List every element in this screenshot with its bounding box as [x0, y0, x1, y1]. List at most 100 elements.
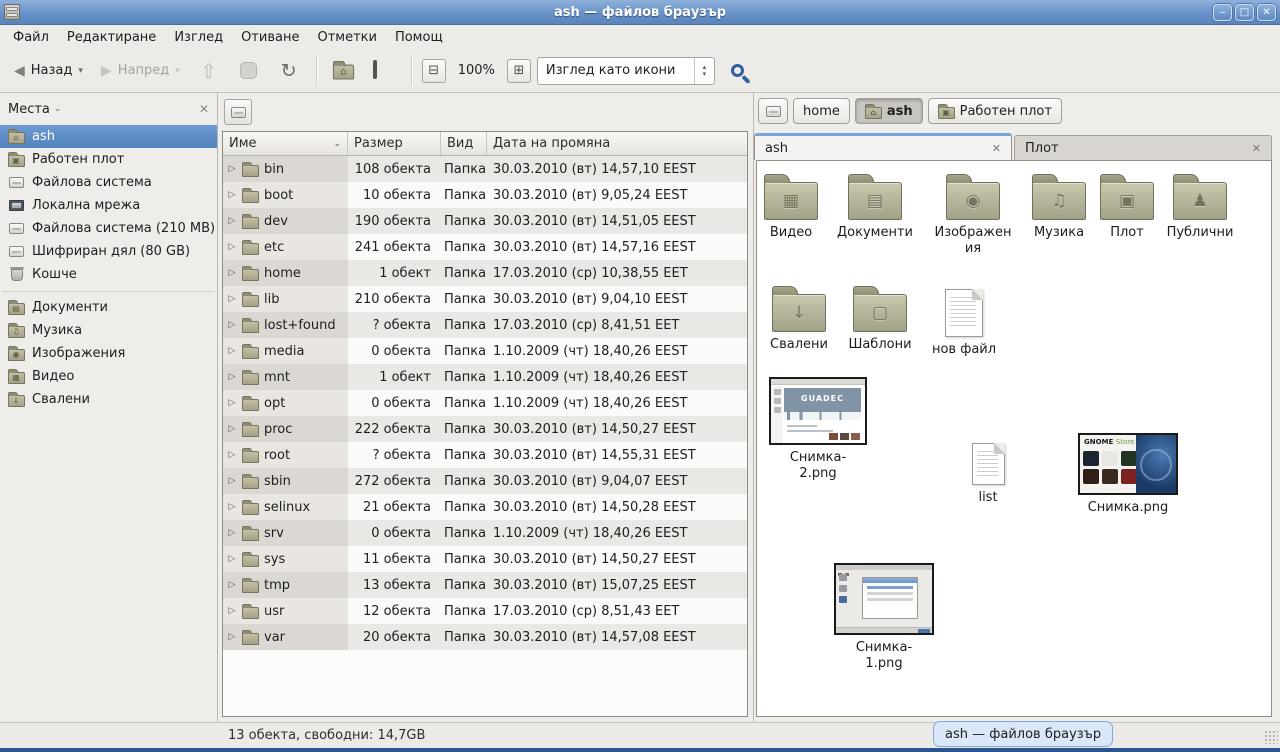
title-bar[interactable]: ash — файлов браузър ‒ □ ✕	[0, 0, 1280, 25]
tab[interactable]: ash✕	[754, 133, 1012, 160]
menu-item[interactable]: Редактиране	[58, 27, 165, 48]
tree-row[interactable]: ▷selinux21 обектаПапка30.03.2010 (вт) 14…	[223, 494, 747, 520]
icon-view[interactable]: ▦Видео▤Документи◉Изображения♫Музика▣Плот…	[756, 160, 1272, 717]
close-button[interactable]: ✕	[1257, 4, 1276, 21]
column-header[interactable]: Вид	[441, 132, 487, 155]
computer-button[interactable]	[367, 55, 401, 87]
window-list-button[interactable]: ash — файлов браузър	[933, 721, 1113, 747]
tree-row[interactable]: ▷lib210 обектаПапка30.03.2010 (вт) 9,04,…	[223, 286, 747, 312]
tree-row[interactable]: ▷sbin272 обектаПапка30.03.2010 (вт) 9,04…	[223, 468, 747, 494]
expander-icon[interactable]: ▷	[227, 216, 237, 226]
menu-item[interactable]: Изглед	[165, 27, 232, 48]
sidebar-item[interactable]: ◉Изображения	[0, 342, 217, 365]
expander-icon[interactable]: ▷	[227, 606, 237, 616]
tree-row[interactable]: ▷srv0 обектаПапка1.10.2009 (чт) 18,40,26…	[223, 520, 747, 546]
expander-icon[interactable]: ▷	[227, 476, 237, 486]
zoom-out-button[interactable]: ⊟	[422, 59, 446, 83]
expander-icon[interactable]: ▷	[227, 372, 237, 382]
sidebar-item[interactable]: Локална мрежа	[0, 194, 217, 217]
expander-icon[interactable]: ▷	[227, 190, 237, 200]
menu-item[interactable]: Помощ	[386, 27, 452, 48]
expander-icon[interactable]: ▷	[227, 632, 237, 642]
reload-button[interactable]: ↻	[272, 55, 306, 87]
sidebar-item[interactable]: Файлова система	[0, 171, 217, 194]
resize-grip[interactable]	[1264, 730, 1278, 744]
sidebar-item[interactable]: ♫Музика	[0, 319, 217, 342]
view-selector[interactable]: Изглед като икони ▴▾	[537, 57, 715, 85]
menu-item[interactable]: Файл	[4, 27, 58, 48]
tree-row[interactable]: ▷bin108 обектаПапка30.03.2010 (вт) 14,57…	[223, 156, 747, 182]
tree-row[interactable]: ▷home1 обектПапка17.03.2010 (ср) 10,38,5…	[223, 260, 747, 286]
expander-icon[interactable]: ▷	[227, 580, 237, 590]
menu-item[interactable]: Отметки	[308, 27, 385, 48]
chevron-down-icon[interactable]: ▾	[175, 66, 180, 76]
column-header[interactable]: Дата на промяна	[487, 132, 747, 155]
sidebar-item[interactable]: Файлова система (210 MB)	[0, 217, 217, 240]
tree-row[interactable]: ▷etc241 обектаПапка30.03.2010 (вт) 14,57…	[223, 234, 747, 260]
forward-button[interactable]: ▶ Напред ▾	[95, 59, 186, 83]
tree-row[interactable]: ▷root? обектаПапка30.03.2010 (вт) 14,55,…	[223, 442, 747, 468]
tree-row[interactable]: ▷sys11 обектаПапка30.03.2010 (вт) 14,50,…	[223, 546, 747, 572]
expander-icon[interactable]: ▷	[227, 502, 237, 512]
icon-view-item[interactable]: ♟Публични	[1140, 173, 1260, 241]
path-button[interactable]	[758, 98, 788, 124]
sidebar-close-button[interactable]: ✕	[199, 102, 209, 116]
icon-view-item[interactable]: Снимка-1.png	[824, 563, 944, 673]
menu-item[interactable]: Отиване	[232, 27, 308, 48]
expander-icon[interactable]: ▷	[227, 554, 237, 564]
tab-close-icon[interactable]: ✕	[1252, 142, 1261, 155]
icon-view-item[interactable]: GUADECСнимка-2.png	[758, 377, 878, 483]
chevron-down-icon[interactable]: ▾	[78, 66, 83, 76]
tree-row[interactable]: ▷dev190 обектаПапка30.03.2010 (вт) 14,51…	[223, 208, 747, 234]
tree-row[interactable]: ▷usr12 обектаПапка17.03.2010 (ср) 8,51,4…	[223, 598, 747, 624]
icon-view-item[interactable]: нов файл	[904, 285, 1024, 358]
sidebar-item[interactable]: ▣Работен плот	[0, 148, 217, 171]
expander-icon[interactable]: ▷	[227, 346, 237, 356]
expander-icon[interactable]: ▷	[227, 450, 237, 460]
home-button[interactable]: ⌂	[327, 55, 361, 87]
expander-icon[interactable]: ▷	[227, 398, 237, 408]
places-header[interactable]: Места ⌄ ✕	[0, 93, 217, 125]
tree-root-button[interactable]	[224, 99, 252, 125]
up-button[interactable]: ⇧	[192, 55, 226, 87]
expander-icon[interactable]: ▷	[227, 320, 237, 330]
expander-icon[interactable]: ▷	[227, 424, 237, 434]
sidebar-item[interactable]: ▦Видео	[0, 365, 217, 388]
search-button[interactable]	[721, 55, 755, 87]
tree-row[interactable]: ▷lost+found? обектаПапка17.03.2010 (ср) …	[223, 312, 747, 338]
tree-row[interactable]: ▷boot10 обектаПапка30.03.2010 (вт) 9,05,…	[223, 182, 747, 208]
tree-row[interactable]: ▷media0 обектаПапка1.10.2009 (чт) 18,40,…	[223, 338, 747, 364]
expander-icon[interactable]: ▷	[227, 528, 237, 538]
tree-row[interactable]: ▷mnt1 обектПапка1.10.2009 (чт) 18,40,26 …	[223, 364, 747, 390]
expander-icon[interactable]: ▷	[227, 164, 237, 174]
sidebar-item[interactable]: Шифриран дял (80 GB)	[0, 240, 217, 263]
stop-button[interactable]	[232, 55, 266, 87]
file-modified: 30.03.2010 (вт) 14,50,27 EEST	[487, 546, 747, 572]
sidebar-item[interactable]: ▤Документи	[0, 296, 217, 319]
folder-icon	[242, 477, 259, 489]
tab-close-icon[interactable]: ✕	[992, 142, 1001, 155]
path-button[interactable]: ⌂ash	[855, 98, 923, 124]
column-header[interactable]: Име⌄	[223, 132, 348, 155]
sidebar-item[interactable]: ⌂ash	[0, 125, 217, 148]
path-button[interactable]: home	[793, 98, 850, 124]
tree-row[interactable]: ▷var20 обектаПапка30.03.2010 (вт) 14,57,…	[223, 624, 747, 650]
sidebar-item[interactable]: Кошче	[0, 263, 217, 286]
tree-row[interactable]: ▷tmp13 обектаПапка30.03.2010 (вт) 15,07,…	[223, 572, 747, 598]
column-header[interactable]: Размер	[348, 132, 441, 155]
minimize-button[interactable]: ‒	[1213, 4, 1232, 21]
maximize-button[interactable]: □	[1235, 4, 1254, 21]
zoom-in-button[interactable]: ⊞	[507, 59, 531, 83]
back-button[interactable]: ◀ Назад ▾	[8, 59, 89, 83]
expander-icon[interactable]: ▷	[227, 242, 237, 252]
tree-row[interactable]: ▷opt0 обектаПапка1.10.2009 (чт) 18,40,26…	[223, 390, 747, 416]
expander-icon[interactable]: ▷	[227, 294, 237, 304]
spinner-arrows-icon[interactable]: ▴▾	[694, 58, 714, 84]
tree-row[interactable]: ▷proc222 обектаПапка30.03.2010 (вт) 14,5…	[223, 416, 747, 442]
icon-view-item[interactable]: GNOME StoreСнимка.png	[1068, 433, 1188, 516]
path-button[interactable]: ▣Работен плот	[928, 98, 1062, 124]
tab[interactable]: Плот✕	[1014, 135, 1272, 160]
icon-view-item[interactable]: list	[928, 443, 1048, 506]
sidebar-item[interactable]: ↓Свалени	[0, 388, 217, 411]
expander-icon[interactable]: ▷	[227, 268, 237, 278]
